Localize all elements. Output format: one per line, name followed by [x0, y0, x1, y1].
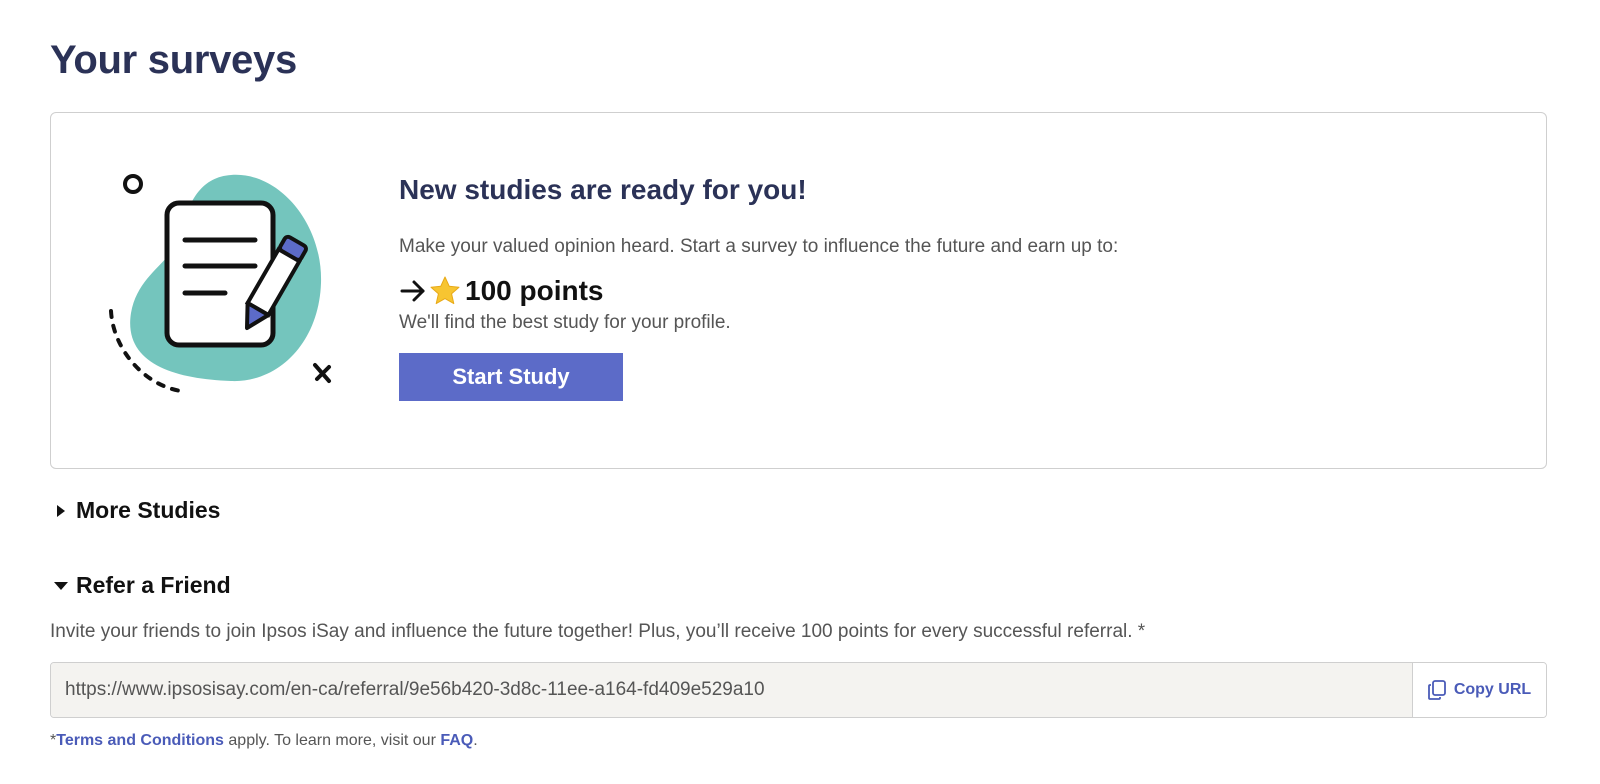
faq-link[interactable]: FAQ	[440, 732, 473, 749]
start-study-button[interactable]: Start Study	[399, 353, 623, 401]
referral-url-input[interactable]	[51, 663, 1412, 717]
points-row: 100 points	[399, 273, 1499, 309]
card-content: New studies are ready for you! Make your…	[399, 173, 1499, 401]
card-heading: New studies are ready for you!	[399, 174, 807, 205]
arrow-right-icon	[400, 280, 425, 302]
refer-friend-toggle[interactable]: Refer a Friend	[54, 572, 231, 599]
refer-friend-label: Refer a Friend	[76, 572, 231, 598]
footnote-middle: apply. To learn more, visit our	[223, 732, 441, 749]
copy-url-label: Copy URL	[1453, 681, 1532, 698]
referral-url-box: Copy URL	[50, 662, 1547, 718]
page-title: Your surveys	[50, 38, 297, 82]
footnote-suffix: .	[473, 732, 478, 749]
more-studies-label: More Studies	[76, 497, 221, 523]
card-description: Make your valued opinion heard. Start a …	[399, 236, 1119, 257]
footnote: *Terms and Conditions apply. To learn mo…	[50, 732, 478, 750]
copy-icon	[1427, 680, 1446, 700]
caret-right-icon	[57, 504, 65, 517]
best-study-text: We'll find the best study for your profi…	[399, 312, 731, 333]
new-studies-card: New studies are ready for you! Make your…	[50, 112, 1547, 469]
surveys-page: Your surveys New studies are ready for y…	[0, 0, 1600, 784]
points-amount: 100 points	[465, 275, 604, 306]
refer-description: Invite your friends to join Ipsos iSay a…	[50, 621, 1146, 642]
document-with-pencil-illustration	[109, 174, 331, 393]
terms-link[interactable]: Terms and Conditions	[56, 732, 224, 749]
caret-down-icon	[54, 581, 68, 590]
more-studies-toggle[interactable]: More Studies	[54, 497, 220, 524]
copy-url-button[interactable]: Copy URL	[1412, 663, 1546, 717]
star-icon	[430, 276, 460, 305]
